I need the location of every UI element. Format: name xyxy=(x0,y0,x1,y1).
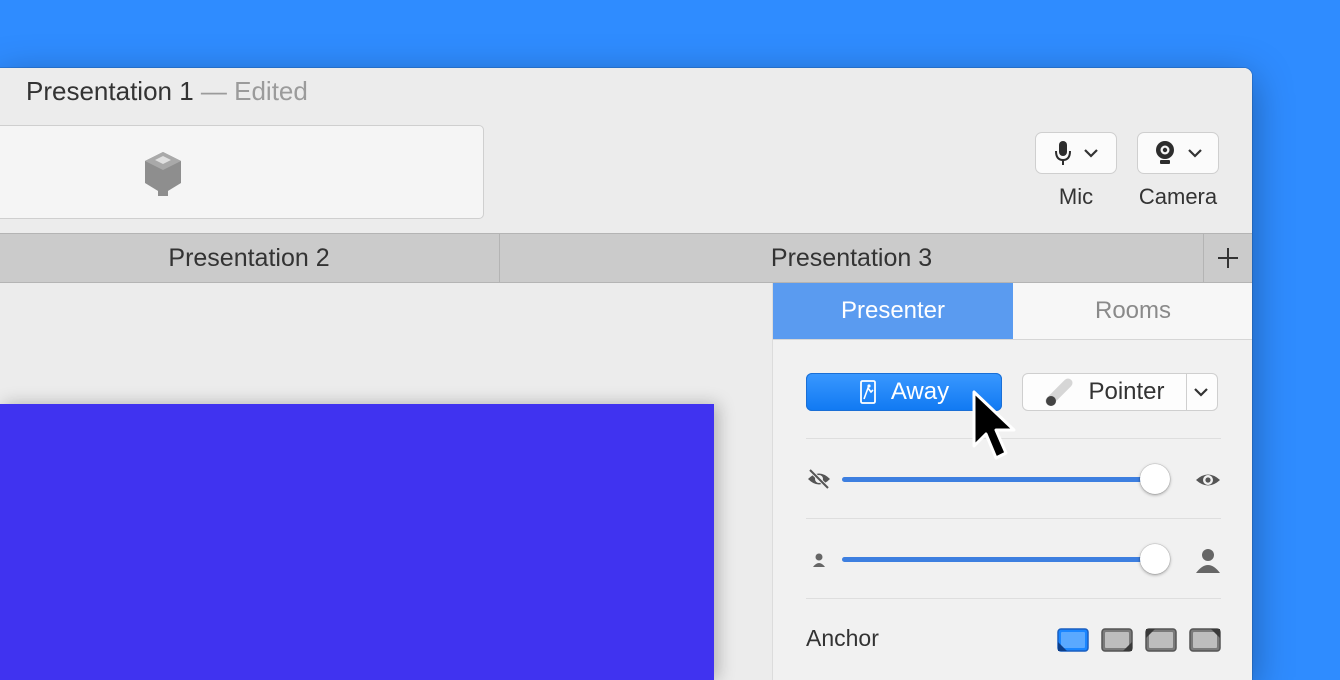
chevron-down-icon xyxy=(1188,149,1202,158)
eye-icon xyxy=(1196,474,1220,486)
anchor-top-left-icon[interactable] xyxy=(1145,628,1177,652)
anchor-bottom-right-icon[interactable] xyxy=(1101,628,1133,652)
person-large-icon xyxy=(1196,549,1220,573)
visibility-slider-track[interactable] xyxy=(842,477,1155,482)
segment-presenter[interactable]: Presenter xyxy=(773,283,1013,339)
camera-icon xyxy=(1156,141,1174,164)
eye-slash-icon xyxy=(808,468,830,490)
pointer-label: Pointer xyxy=(1088,378,1165,405)
size-slider-row xyxy=(806,543,1221,575)
tab-presentation-3[interactable]: Presentation 3 xyxy=(499,234,1204,282)
address-box[interactable] xyxy=(0,125,484,219)
app-window: Presentation 1 — Edited Mic Camera Prese… xyxy=(0,68,1252,680)
title-bar: Presentation 1 — Edited Mic Camera xyxy=(0,68,1252,233)
window-title: Presentation 1 — Edited xyxy=(26,76,308,107)
away-label: Away xyxy=(890,378,950,405)
size-slider-track[interactable] xyxy=(842,557,1155,562)
window-title-text: Presentation 1 xyxy=(26,76,194,106)
mic-label: Mic xyxy=(1058,184,1094,209)
pointer-icon xyxy=(1045,378,1073,406)
person-small-icon xyxy=(813,553,825,567)
divider xyxy=(806,518,1221,519)
segment-rooms[interactable]: Rooms xyxy=(1013,283,1252,339)
camera-button[interactable] xyxy=(1137,132,1219,174)
camera-tool: Camera xyxy=(1137,132,1219,210)
away-icon xyxy=(859,380,876,404)
edited-indicator: — Edited xyxy=(193,76,308,106)
tab-presentation-2[interactable]: Presentation 2 xyxy=(0,234,498,282)
divider xyxy=(806,598,1221,599)
plus-icon xyxy=(1217,248,1238,268)
camera-label: Camera xyxy=(1138,184,1218,209)
mic-button[interactable] xyxy=(1035,132,1117,174)
anchor-top-right-icon[interactable] xyxy=(1189,628,1221,652)
size-slider-thumb[interactable] xyxy=(1140,544,1170,574)
app-logo-icon xyxy=(145,152,181,196)
anchor-label: Anchor xyxy=(806,625,879,651)
anchor-options xyxy=(1057,628,1221,652)
mouse-cursor-icon xyxy=(972,390,1016,460)
add-tab-button[interactable] xyxy=(1203,234,1252,282)
visibility-slider-row xyxy=(806,463,1221,495)
pointer-popup: Pointer xyxy=(1022,373,1218,411)
tab-bar: Presentation 2 Presentation 3 xyxy=(0,233,1252,283)
slide-canvas xyxy=(0,283,772,680)
visibility-slider-thumb[interactable] xyxy=(1140,464,1170,494)
mic-tool: Mic xyxy=(1035,132,1117,210)
segmented-control: Presenter Rooms xyxy=(773,283,1252,340)
chevron-down-icon xyxy=(1084,149,1098,158)
slide-preview[interactable] xyxy=(0,404,714,680)
pointer-dropdown-button[interactable] xyxy=(1185,374,1217,410)
pointer-button[interactable]: Pointer xyxy=(1023,374,1187,410)
anchor-bottom-left-icon[interactable] xyxy=(1057,628,1089,652)
presenter-sidebar: Presenter Rooms Away Pointer Anchor xyxy=(772,283,1252,680)
chevron-down-icon xyxy=(1194,388,1208,397)
mic-icon xyxy=(1055,141,1071,165)
